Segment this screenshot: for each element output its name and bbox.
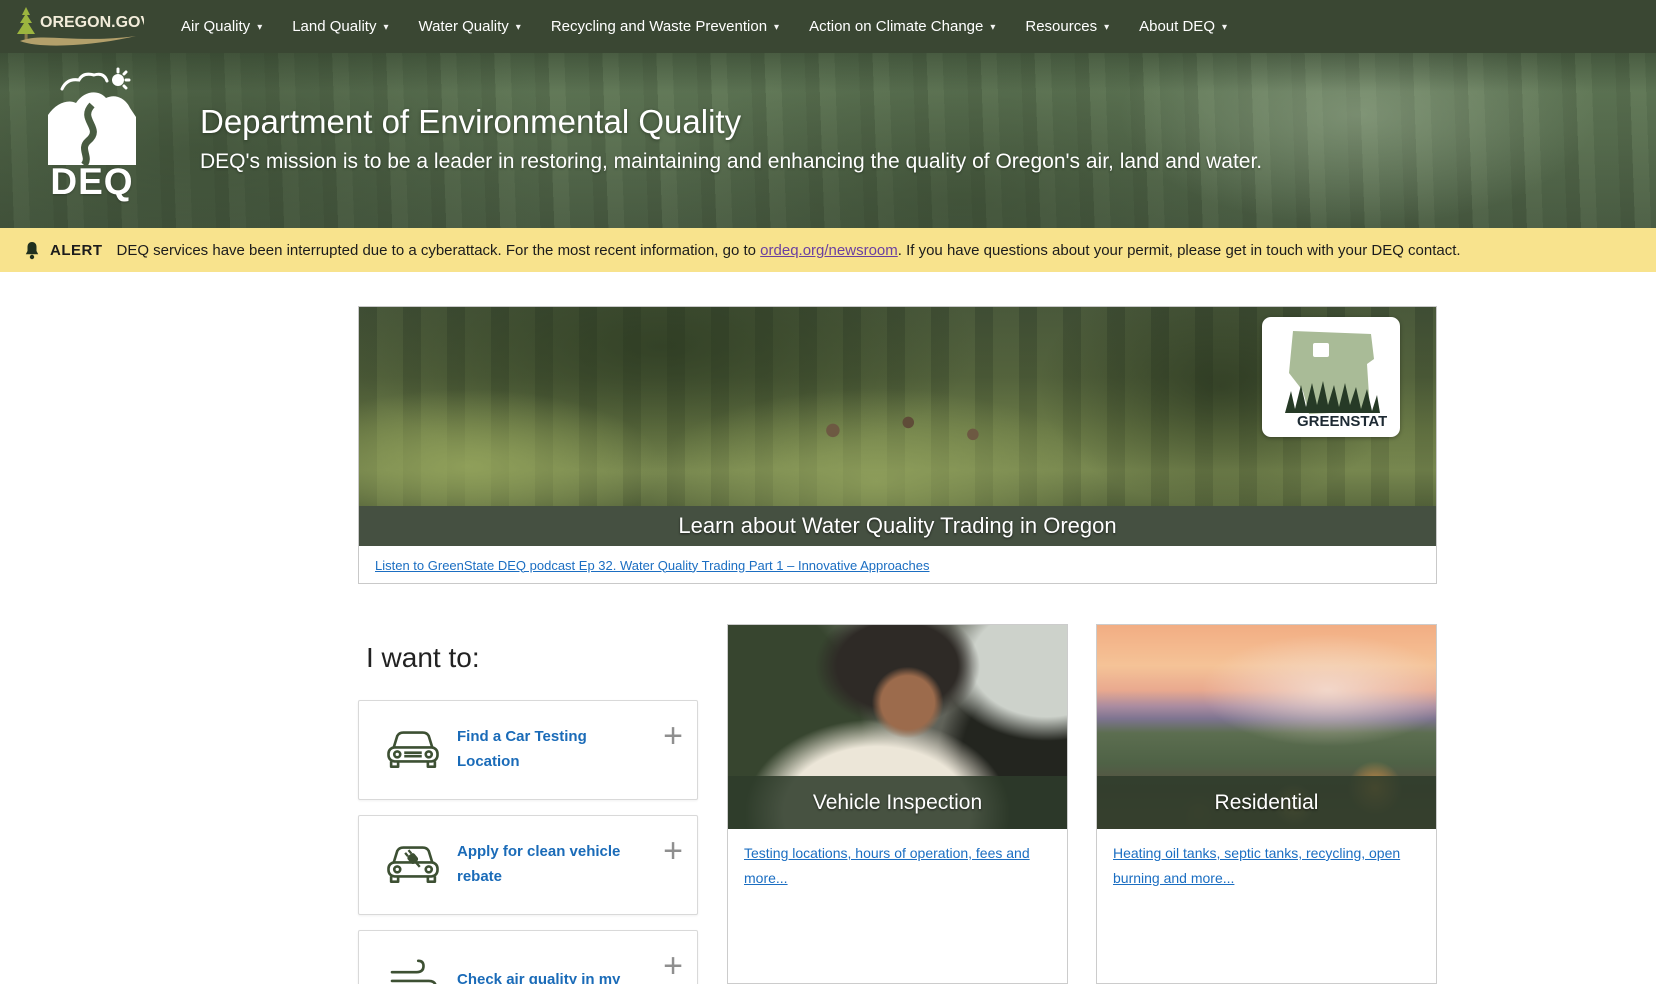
- oregon-gov-logo-text: OREGON.GOV: [40, 14, 144, 31]
- nav-item-climate-change[interactable]: Action on Climate Change ▾: [794, 0, 1010, 53]
- greenstate-logo-text: GREENSTATE: [1297, 413, 1387, 429]
- card-body: Testing locations, hours of operation, f…: [728, 829, 1067, 902]
- electric-car-icon: [385, 843, 441, 887]
- chevron-down-icon: ▾: [1222, 20, 1227, 33]
- nav-item-air-quality[interactable]: Air Quality ▾: [166, 0, 277, 53]
- chevron-down-icon: ▾: [383, 20, 388, 33]
- chevron-down-icon: ▾: [516, 20, 521, 33]
- air-quality-icon: [385, 958, 441, 984]
- alert-text-before: DEQ services have been interrupted due t…: [117, 242, 761, 259]
- card-body: Heating oil tanks, septic tanks, recycli…: [1097, 829, 1436, 902]
- hero-banner: DEQ Department of Environmental Quality …: [0, 53, 1656, 228]
- nav-item-label: Action on Climate Change: [809, 18, 983, 35]
- card-vehicle-inspection: Vehicle Inspection Testing locations, ho…: [727, 624, 1068, 984]
- feature-banner-image[interactable]: GREENSTATE: [359, 307, 1436, 506]
- accordion-check-air-quality[interactable]: Check air quality in my +: [358, 930, 698, 984]
- nav-item-label: Water Quality: [418, 18, 508, 35]
- alert-text-after: . If you have questions about your permi…: [898, 242, 1461, 259]
- accordion-label-clean-vehicle[interactable]: Apply for clean vehicle rebate: [457, 840, 627, 890]
- accordion-find-car-testing[interactable]: Find a Car Testing Location +: [358, 700, 698, 800]
- chevron-down-icon: ▾: [1104, 20, 1109, 33]
- nav-item-label: Resources: [1025, 18, 1097, 35]
- oregon-gov-tree-icon: OREGON.GOV: [12, 4, 144, 50]
- nav-item-label: About DEQ: [1139, 18, 1215, 35]
- greenstate-badge: GREENSTATE: [1262, 317, 1400, 437]
- alert-banner: ALERT DEQ services have been interrupted…: [0, 228, 1656, 272]
- newsroom-link[interactable]: ordeq.org/newsroom: [760, 242, 898, 259]
- oregon-gov-logo[interactable]: OREGON.GOV: [12, 4, 144, 50]
- feature-caption: Learn about Water Quality Trading in Ore…: [359, 506, 1436, 546]
- deq-logo: DEQ: [46, 65, 138, 203]
- nav-item-about-deq[interactable]: About DEQ ▾: [1124, 0, 1242, 53]
- car-icon: [385, 728, 441, 772]
- plus-icon[interactable]: +: [663, 719, 683, 753]
- alert-label: ALERT: [50, 242, 103, 259]
- accordion-label-car-testing[interactable]: Find a Car Testing Location: [457, 725, 627, 775]
- alert-message: DEQ services have been interrupted due t…: [117, 242, 1461, 259]
- nav-item-water-quality[interactable]: Water Quality ▾: [403, 0, 535, 53]
- feature-link-row: Listen to GreenState DEQ podcast Ep 32. …: [359, 546, 1436, 584]
- nav-item-recycling-waste[interactable]: Recycling and Waste Prevention ▾: [536, 0, 794, 53]
- nav-item-label: Land Quality: [292, 18, 376, 35]
- card-title-vehicle-inspection: Vehicle Inspection: [728, 776, 1067, 829]
- bell-icon: [24, 241, 40, 260]
- vehicle-inspection-link[interactable]: Testing locations, hours of operation, f…: [744, 845, 1030, 886]
- podcast-link[interactable]: Listen to GreenState DEQ podcast Ep 32. …: [375, 558, 930, 573]
- nav-item-label: Air Quality: [181, 18, 250, 35]
- chevron-down-icon: ▾: [774, 20, 779, 33]
- i-want-to-heading: I want to:: [366, 642, 480, 674]
- mission-statement: DEQ's mission is to be a leader in resto…: [200, 150, 1262, 174]
- top-navigation: OREGON.GOV Air Quality ▾ Land Quality ▾ …: [0, 0, 1656, 53]
- nav-item-resources[interactable]: Resources ▾: [1010, 0, 1124, 53]
- nav-item-label: Recycling and Waste Prevention: [551, 18, 767, 35]
- chevron-down-icon: ▾: [990, 20, 995, 33]
- feature-card-water-quality-trading: GREENSTATE Learn about Water Quality Tra…: [358, 306, 1437, 584]
- card-title-residential: Residential: [1097, 776, 1436, 829]
- card-residential: Residential Heating oil tanks, septic ta…: [1096, 624, 1437, 984]
- plus-icon[interactable]: +: [663, 834, 683, 868]
- nav-item-land-quality[interactable]: Land Quality ▾: [277, 0, 403, 53]
- page-title: Department of Environmental Quality: [200, 103, 1262, 141]
- residential-link[interactable]: Heating oil tanks, septic tanks, recycli…: [1113, 845, 1400, 886]
- chevron-down-icon: ▾: [257, 20, 262, 33]
- accordion-clean-vehicle-rebate[interactable]: Apply for clean vehicle rebate +: [358, 815, 698, 915]
- deq-logo-word: DEQ: [46, 161, 138, 203]
- main-menu: Air Quality ▾ Land Quality ▾ Water Quali…: [166, 0, 1242, 53]
- plus-icon[interactable]: +: [663, 949, 683, 983]
- deq-logo-graphic: [46, 65, 138, 165]
- accordion-label-air-quality[interactable]: Check air quality in my: [457, 968, 627, 984]
- greenstate-logo: GREENSTATE: [1275, 325, 1387, 429]
- main-content: GREENSTATE Learn about Water Quality Tra…: [0, 272, 1656, 984]
